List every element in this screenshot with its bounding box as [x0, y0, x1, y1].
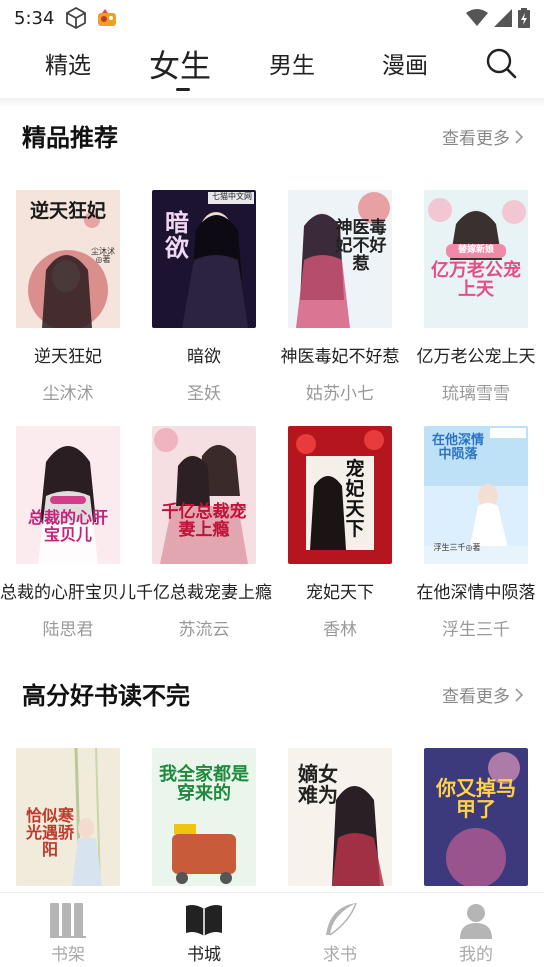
book-card[interactable]: 嫡女难为: [272, 748, 408, 892]
nav-label: 我的: [459, 945, 493, 965]
search-icon[interactable]: [484, 46, 518, 80]
nav-bookstore[interactable]: 书城: [136, 893, 272, 967]
book-card[interactable]: 逆天狂妃 尘沐沭◎著 逆天狂妃 尘沐沭: [0, 190, 136, 410]
book-title: 在他深情中陨落: [416, 583, 536, 603]
book-title: 亿万老公宠上天: [416, 347, 536, 367]
book-author: 琉璃雪雪: [442, 384, 510, 404]
cover-author: 尘沐沭◎著: [91, 247, 115, 265]
nav-label: 书城: [187, 945, 221, 965]
book-author: 苏流云: [178, 620, 230, 640]
active-tab-indicator: [176, 88, 190, 91]
cover-title: 暗欲: [165, 208, 189, 263]
nav-label: 求书: [323, 945, 357, 965]
cover-author: 浮生三千◎著: [433, 543, 481, 552]
book-card[interactable]: 宠妃天下 宠妃天下 香林: [272, 426, 408, 646]
cover-title: 千亿总裁宠妻上瘾: [161, 502, 247, 540]
book-author: 姑苏小七: [306, 384, 374, 404]
book-cover[interactable]: 暗欲 七猫中文网: [152, 190, 256, 328]
status-time: 5:34: [14, 7, 55, 29]
cover-title: 嫡女难为: [298, 762, 338, 807]
signal-icon: [494, 9, 512, 27]
book-cover[interactable]: 嫡女难为: [288, 748, 392, 886]
cover-title: 在他深情中陨落: [431, 433, 484, 462]
tab-female[interactable]: 女生: [140, 38, 220, 88]
section-header-high-score: 高分好书读不完 查看更多: [0, 672, 544, 712]
book-cover[interactable]: 恰似寒光遇骄阳: [16, 748, 120, 886]
channel-tabs: 精选 女生 男生 漫画: [0, 38, 544, 98]
open-book-icon: [186, 905, 222, 936]
book-title: 逆天狂妃: [34, 347, 102, 367]
book-card[interactable]: 你又掉马甲了: [408, 748, 544, 892]
book-card[interactable]: 千亿总裁宠妻上瘾 千亿总裁宠妻上瘾 苏流云: [136, 426, 272, 646]
book-title: 宠妃天下: [306, 583, 374, 603]
book-cover[interactable]: 在他深情中陨落 浮生三千◎著: [424, 426, 528, 564]
user-icon: [460, 904, 492, 939]
chevron-right-icon: [515, 129, 524, 144]
cover-title: 亿万老公宠上天: [431, 260, 521, 300]
book-card[interactable]: 总裁的心肝宝贝儿 总裁的心肝宝贝儿 陆思君: [0, 426, 136, 646]
cover-title: 宠妃天下: [345, 458, 365, 540]
see-more-link[interactable]: 查看更多: [442, 124, 524, 149]
book-cover[interactable]: 宠妃天下: [288, 426, 392, 564]
book-author: 香林: [323, 620, 357, 640]
book-cover[interactable]: 总裁的心肝宝贝儿: [16, 426, 120, 564]
battery-charging-icon: [518, 8, 530, 28]
tab-featured[interactable]: 精选: [28, 38, 108, 88]
tab-male[interactable]: 男生: [252, 38, 332, 88]
book-author: 浮生三千: [442, 620, 510, 640]
cover-title: 总裁的心肝宝贝儿: [27, 508, 108, 544]
book-card[interactable]: 替嫁新娘 亿万老公宠上天 亿万老公宠上天 琉璃雪雪: [408, 190, 544, 410]
book-cover[interactable]: 替嫁新娘 亿万老公宠上天: [424, 190, 528, 328]
bookshelf-icon: [50, 903, 86, 938]
feather-icon: [326, 902, 357, 936]
book-title: 千亿总裁宠妻上瘾: [136, 583, 272, 603]
cube-icon: [66, 6, 87, 30]
wifi-icon: [466, 9, 488, 26]
nav-bookshelf[interactable]: 书架: [0, 893, 136, 967]
book-card[interactable]: 我全家都是穿来的: [136, 748, 272, 892]
section-header-featured: 精品推荐 查看更多: [0, 114, 544, 154]
nav-profile[interactable]: 我的: [408, 893, 544, 967]
bookstore-feed[interactable]: 精品推荐 查看更多 逆天狂妃 尘沐沭◎著 逆天狂妃 尘沐沭 暗欲 七猫中文网 暗…: [0, 106, 544, 892]
book-card[interactable]: 在他深情中陨落 浮生三千◎著 在他深情中陨落 浮生三千: [408, 426, 544, 646]
tab-comics[interactable]: 漫画: [365, 38, 445, 88]
book-cover[interactable]: 你又掉马甲了: [424, 748, 528, 886]
game-app-icon: [98, 9, 117, 26]
book-title: 神医毒妃不好惹: [280, 347, 400, 367]
bottom-navigation: 书架 书城 求书 我的: [0, 892, 544, 967]
nav-label: 书架: [51, 945, 85, 965]
cover-title: 你又掉马甲了: [436, 776, 516, 821]
cover-title: 我全家都是穿来的: [159, 764, 249, 804]
chevron-right-icon: [515, 687, 524, 702]
book-cover[interactable]: 千亿总裁宠妻上瘾: [152, 426, 256, 564]
book-title: 总裁的心肝宝贝儿: [0, 583, 136, 603]
book-card[interactable]: 暗欲 七猫中文网 暗欲 圣妖: [136, 190, 272, 410]
see-more-link[interactable]: 查看更多: [442, 682, 524, 707]
status-bar: 5:34: [0, 0, 544, 36]
cover-title: 神医毒妃不好惹: [335, 218, 387, 274]
cover-title: 恰似寒光遇骄阳: [25, 806, 74, 859]
book-card[interactable]: 恰似寒光遇骄阳: [0, 748, 136, 892]
book-cover[interactable]: 神医毒妃不好惹: [288, 190, 392, 328]
book-cover[interactable]: 我全家都是穿来的: [152, 748, 256, 886]
book-author: 圣妖: [187, 384, 221, 404]
book-cover[interactable]: 逆天狂妃 尘沐沭◎著: [16, 190, 120, 328]
cover-publisher: 七猫中文网: [212, 192, 252, 201]
book-title: 暗欲: [187, 347, 221, 367]
nav-request-book[interactable]: 求书: [272, 893, 408, 967]
book-card[interactable]: 神医毒妃不好惹 神医毒妃不好惹 姑苏小七: [272, 190, 408, 410]
section-title: 精品推荐: [22, 124, 118, 152]
see-more-label: 查看更多: [442, 129, 510, 149]
section-title: 高分好书读不完: [22, 682, 190, 710]
see-more-label: 查看更多: [442, 687, 510, 707]
book-author: 陆思君: [42, 620, 94, 640]
cover-title: 逆天狂妃: [29, 200, 106, 222]
cover-tagline: 替嫁新娘: [457, 245, 494, 255]
book-author: 尘沐沭: [42, 384, 94, 404]
